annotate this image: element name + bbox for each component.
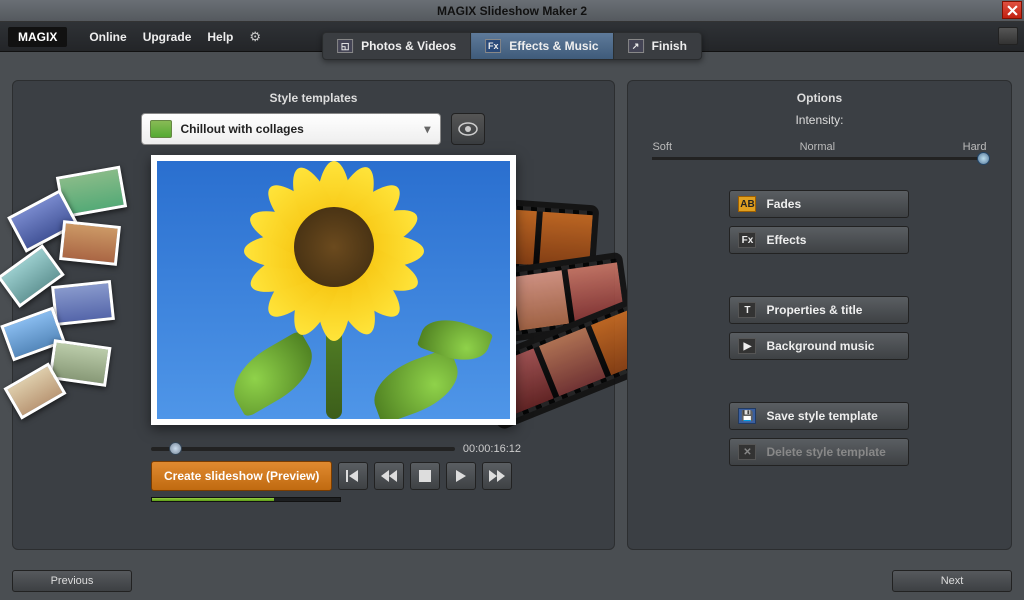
preview-image <box>157 161 510 419</box>
menu-upgrade[interactable]: Upgrade <box>137 26 198 48</box>
tab-photos-videos[interactable]: ◱ Photos & Videos <box>323 33 471 59</box>
effects-icon: Fx <box>738 232 756 248</box>
stop-icon <box>419 470 431 482</box>
window-title: MAGIX Slideshow Maker 2 <box>437 4 587 18</box>
play-button[interactable] <box>446 462 476 490</box>
effects-label: Effects <box>766 233 806 247</box>
timecode: 00:00:16:12 <box>463 443 521 455</box>
properties-title-button[interactable]: T Properties & title <box>729 296 909 324</box>
fast-forward-icon <box>489 470 505 482</box>
menu-help[interactable]: Help <box>201 26 239 48</box>
delete-style-label: Delete style template <box>766 445 885 459</box>
intensity-normal-label: Normal <box>800 141 835 153</box>
eye-icon <box>458 122 478 136</box>
right-panel-title: Options <box>797 91 842 105</box>
left-panel-title: Style templates <box>23 91 604 105</box>
skip-start-button[interactable] <box>338 462 368 490</box>
save-style-label: Save style template <box>766 409 877 423</box>
tab-finish[interactable]: ↗ Finish <box>614 33 701 59</box>
skip-start-icon <box>346 470 360 482</box>
style-template-selected: Chillout with collages <box>180 122 303 136</box>
render-progress <box>151 497 341 502</box>
fades-label: Fades <box>766 197 801 211</box>
properties-label: Properties & title <box>766 303 862 317</box>
fx-icon: Fx <box>485 39 501 53</box>
play-icon <box>455 470 467 482</box>
window-menu-button[interactable] <box>998 27 1018 45</box>
speaker-icon: ▶ <box>738 338 756 354</box>
effects-button[interactable]: Fx Effects <box>729 226 909 254</box>
workflow-tabs: ◱ Photos & Videos Fx Effects & Music ↗ F… <box>322 32 702 60</box>
stop-button[interactable] <box>410 462 440 490</box>
style-templates-panel: Style templates Chillout with collages ▾ <box>12 80 615 550</box>
intensity-soft-label: Soft <box>652 141 672 153</box>
intensity-slider[interactable] <box>652 157 986 160</box>
rewind-icon <box>381 470 397 482</box>
photo-icon: ◱ <box>337 39 353 53</box>
intensity-caption: Intensity: <box>795 113 843 127</box>
preview-area <box>23 155 604 435</box>
photo-collage-decoration <box>13 165 163 425</box>
close-button[interactable] <box>1002 1 1022 19</box>
fades-icon: AB <box>738 196 756 212</box>
tab-effects-music[interactable]: Fx Effects & Music <box>471 33 613 59</box>
next-button[interactable]: Next <box>892 570 1012 592</box>
options-panel: Options Intensity: Soft Normal Hard AB F… <box>627 80 1012 550</box>
previous-button[interactable]: Previous <box>12 570 132 592</box>
tooltip-icon[interactable]: ⚙ <box>249 29 261 45</box>
rewind-button[interactable] <box>374 462 404 490</box>
chevron-down-icon: ▾ <box>424 122 430 136</box>
background-music-button[interactable]: ▶ Background music <box>729 332 909 360</box>
preview-style-button[interactable] <box>451 113 485 145</box>
tab-effects-label: Effects & Music <box>509 39 598 53</box>
save-icon: 💾 <box>738 408 756 424</box>
create-slideshow-button[interactable]: Create slideshow (Preview) <box>151 461 332 491</box>
intensity-scale-labels: Soft Normal Hard <box>652 141 986 153</box>
collage-icon <box>150 120 172 138</box>
brand-logo: MAGIX <box>8 27 67 47</box>
scrubber-handle[interactable] <box>169 442 182 455</box>
intensity-slider-handle[interactable] <box>977 152 990 165</box>
save-style-template-button[interactable]: 💾 Save style template <box>729 402 909 430</box>
tab-photos-label: Photos & Videos <box>361 39 456 53</box>
delete-style-template-button: ✕ Delete style template <box>729 438 909 466</box>
finish-icon: ↗ <box>628 39 644 53</box>
title-bar: MAGIX Slideshow Maker 2 <box>0 0 1024 22</box>
fast-forward-button[interactable] <box>482 462 512 490</box>
timeline-scrubber[interactable] <box>151 447 455 451</box>
footer-nav: Previous Next <box>12 570 1012 592</box>
preview-frame <box>151 155 516 425</box>
menu-online[interactable]: Online <box>83 26 132 48</box>
bgmusic-label: Background music <box>766 339 874 353</box>
title-icon: T <box>738 302 756 318</box>
tab-finish-label: Finish <box>652 39 687 53</box>
delete-icon: ✕ <box>738 444 756 460</box>
fades-button[interactable]: AB Fades <box>729 190 909 218</box>
style-template-dropdown[interactable]: Chillout with collages ▾ <box>141 113 441 145</box>
